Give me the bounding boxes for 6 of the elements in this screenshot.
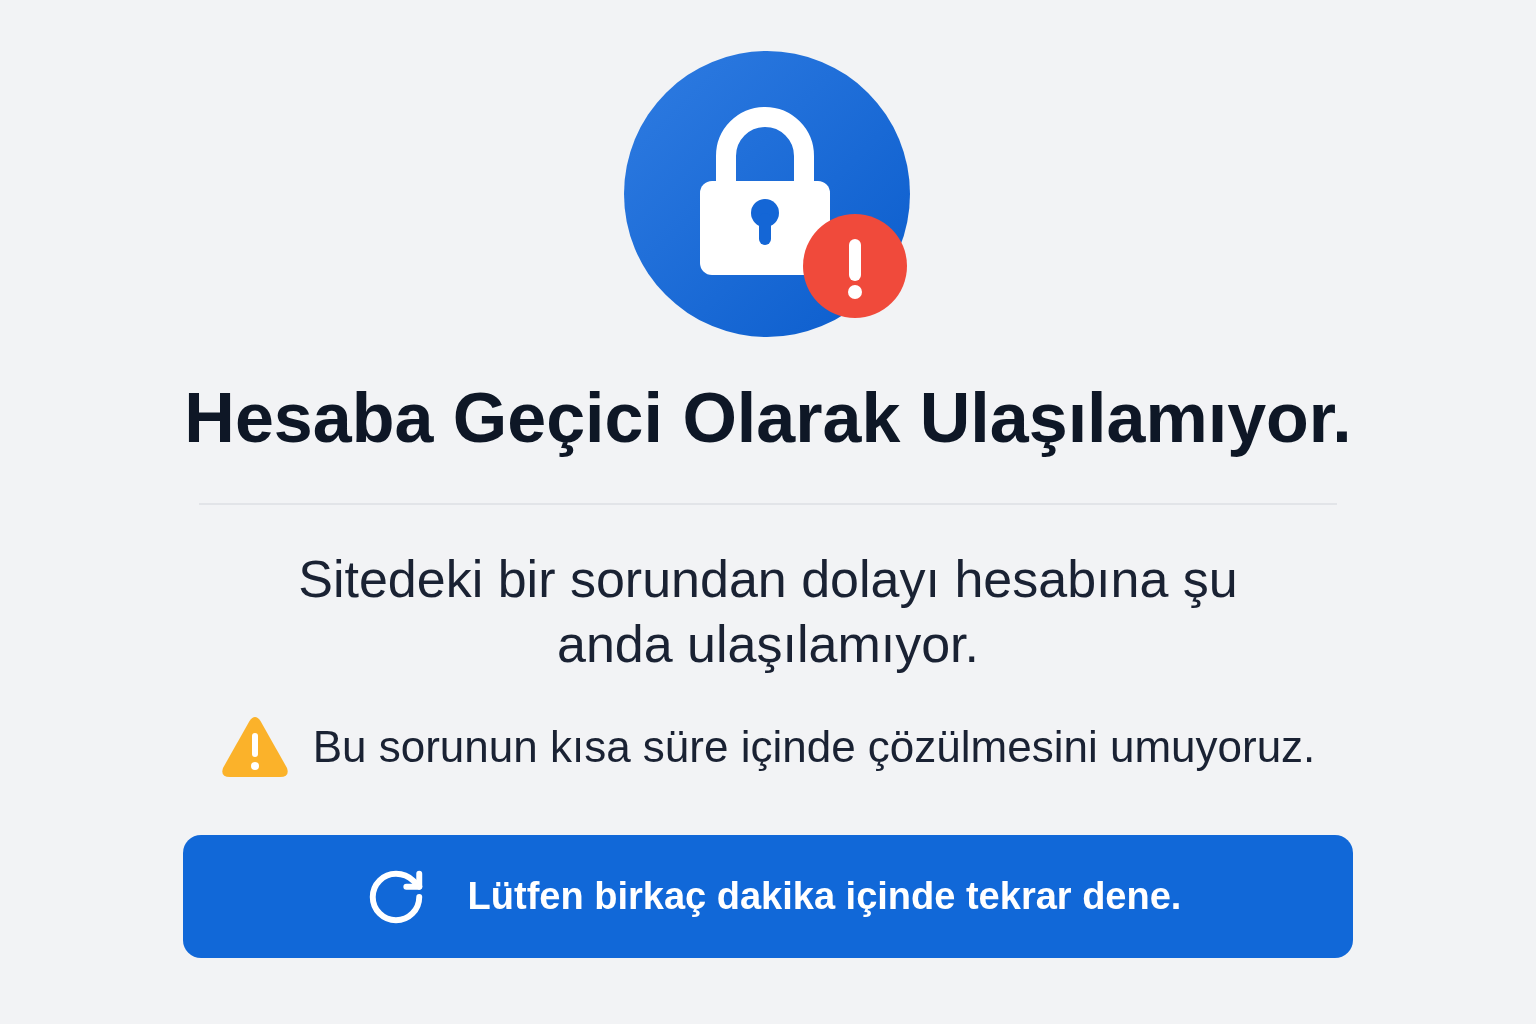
retry-button[interactable]: Lütfen birkaç dakika içinde tekrar dene.	[183, 835, 1353, 958]
page-title: Hesaba Geçici Olarak Ulaşılamıyor.	[184, 378, 1352, 459]
padlock-alert-icon	[623, 50, 911, 338]
notice-text: Bu sorunun kısa süre içinde çözülmesini umuyoruz.	[312, 721, 1316, 773]
warning-icon	[220, 716, 289, 778]
error-message: Sitedeki bir sorundan dolayı hesabına şu anda ulaşılamıyor.	[297, 549, 1239, 675]
